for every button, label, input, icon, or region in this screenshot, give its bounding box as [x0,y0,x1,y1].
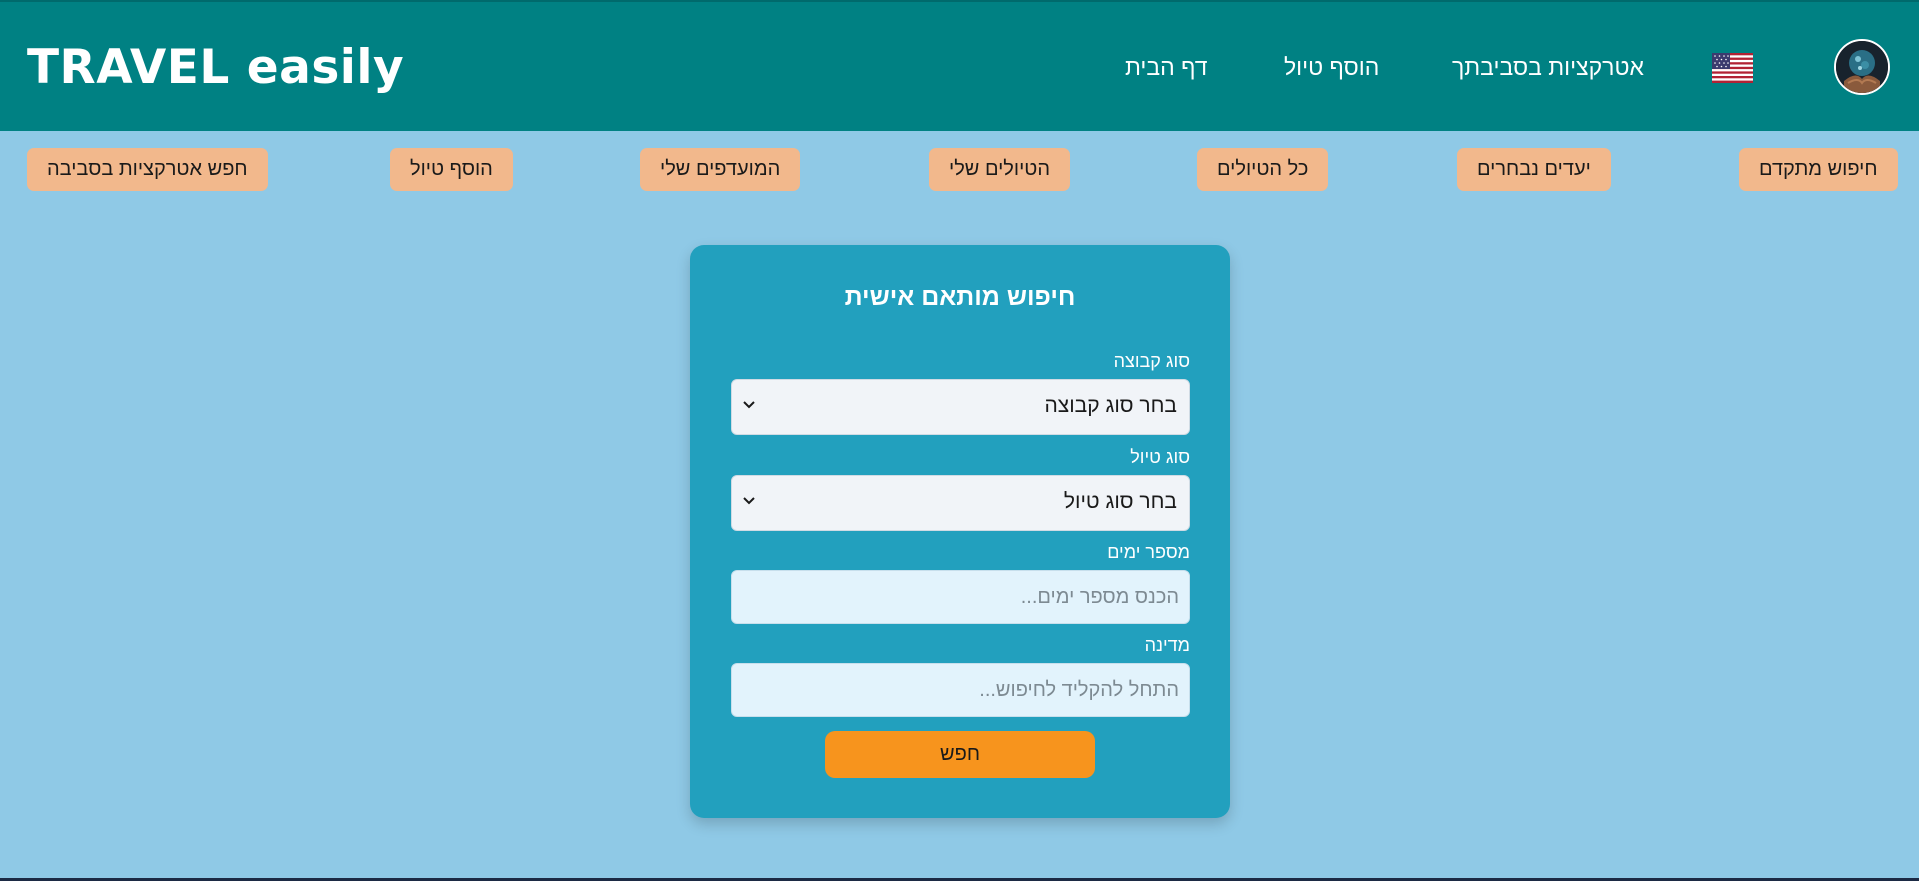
selected-destinations-button[interactable]: יעדים נבחרים [1457,148,1611,191]
nav-home-link[interactable]: דף הבית [1125,54,1208,81]
custom-search-card: חיפוש מותאם אישית סוג קבוצה בחר סוג קבוצ… [690,245,1230,818]
group-type-label: סוג קבוצה [1113,351,1190,371]
search-submit-button[interactable]: חפש [825,731,1095,778]
trip-type-select[interactable]: בחר סוג טיול [731,475,1190,531]
nav-add-trip-link[interactable]: הוסף טיול [1284,54,1379,81]
add-trip-button[interactable]: הוסף טיול [390,148,513,191]
advanced-search-button[interactable]: חיפוש מתקדם [1739,148,1898,191]
chevron-down-icon [743,497,755,505]
days-input[interactable] [731,570,1190,624]
top-header: TRAVEL easily דף הבית הוסף טיול אטרקציות… [0,0,1919,131]
days-label: מספר ימים [1107,542,1190,562]
country-input[interactable] [731,663,1190,717]
my-trips-button[interactable]: הטיולים שלי [929,148,1071,191]
group-type-select[interactable]: בחר סוג קבוצה [731,379,1190,435]
globe-in-hands-icon [1836,41,1888,93]
card-title: חיפוש מותאם אישית [844,283,1076,311]
us-flag-icon[interactable] [1712,53,1753,83]
chevron-down-icon [743,401,755,409]
nav-nearby-attractions-link[interactable]: אטרקציות בסביבתך [1452,54,1644,81]
trip-type-value: בחר סוג טיול [1063,490,1177,513]
country-label: מדינה [1144,635,1190,655]
nearby-attractions-button[interactable]: חפש אטרקציות בסביבה [27,148,268,191]
brand-logo-text[interactable]: TRAVEL easily [27,40,404,95]
all-trips-button[interactable]: כל הטיולים [1197,148,1329,191]
user-avatar[interactable] [1834,39,1890,95]
trip-type-label: סוג טיול [1130,447,1190,467]
group-type-value: בחר סוג קבוצה [1044,394,1177,417]
my-favorites-button[interactable]: המועדפים שלי [640,148,801,191]
